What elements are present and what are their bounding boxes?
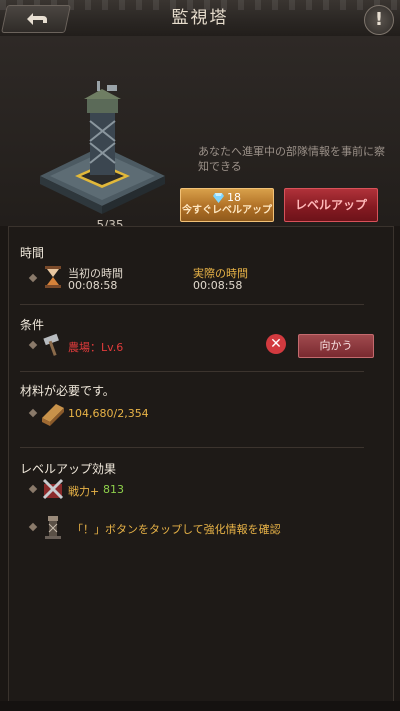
divider — [20, 304, 364, 305]
actual-time-value: 00:08:58 — [193, 279, 243, 292]
requirement-text: 農場：Lv.6 — [68, 341, 124, 354]
goto-button[interactable]: 向かう — [298, 334, 374, 358]
diamond-icon — [213, 193, 224, 203]
wood-amount: 104,680/2,354 — [68, 407, 149, 420]
building-description: あなたへ進軍中の部隊情報を事前に察知できる — [198, 145, 385, 173]
wood-icon — [42, 404, 64, 426]
levelup-button[interactable]: レベルアップ — [284, 188, 378, 222]
instant-levelup-label: 今すぐレベルアップ — [182, 205, 272, 216]
divider — [20, 371, 364, 372]
page-title: 監視塔 — [171, 8, 229, 28]
power-icon — [42, 478, 64, 500]
watchtower-building-image — [40, 81, 165, 214]
instant-cost: 18 — [227, 191, 241, 204]
conditions-section-title: 条件 — [20, 318, 45, 332]
original-time-value: 00:08:58 — [68, 279, 118, 292]
hammer-icon — [43, 333, 59, 356]
power-label: 戦力+ — [68, 485, 100, 498]
materials-section-title: 材料が必要です。 — [20, 384, 115, 398]
time-section-title: 時間 — [20, 246, 45, 260]
instant-levelup-button[interactable]: 18 今すぐレベルアップ — [180, 188, 274, 222]
info-hint: 「！」ボタンをタップして強化情報を確認 — [72, 523, 281, 536]
divider — [20, 447, 364, 448]
effects-section-title: レベルアップ効果 — [20, 462, 117, 476]
help-button[interactable]: ! — [364, 5, 394, 35]
unmet-requirement-icon: ✕ — [266, 334, 286, 354]
power-value: 813 — [103, 483, 124, 496]
watchtower-icon — [45, 516, 61, 539]
footer-bar — [0, 701, 400, 711]
top-bar: 監視塔 ! — [0, 0, 400, 37]
hourglass-icon — [45, 266, 61, 288]
